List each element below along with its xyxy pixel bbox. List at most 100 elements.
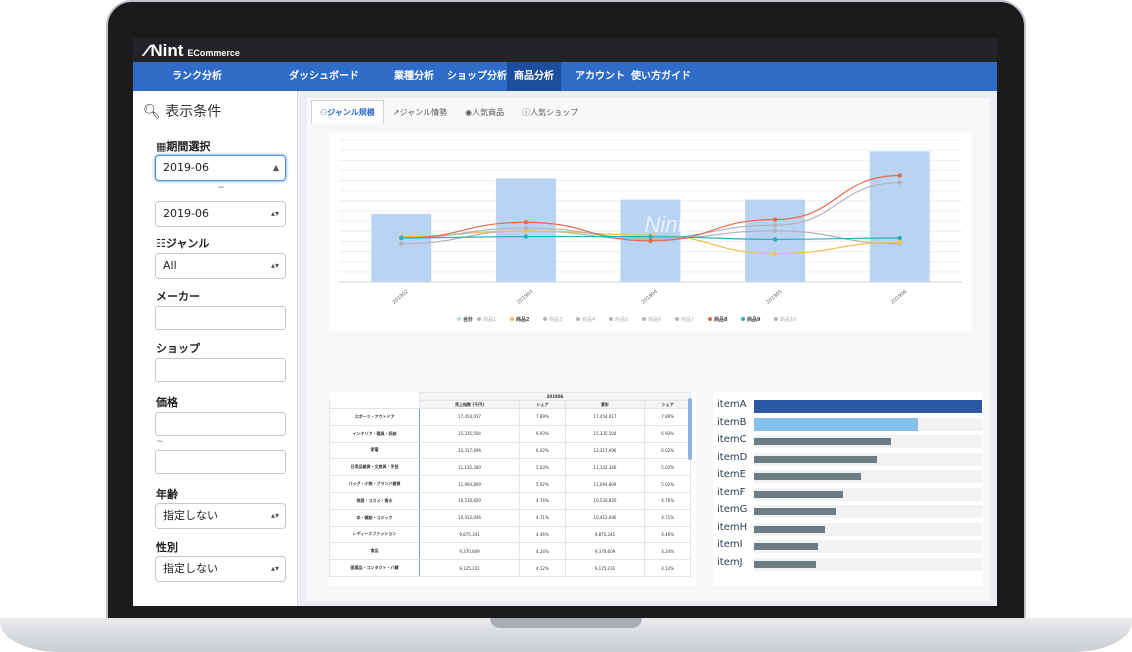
value-cell: 4.46% (644, 525, 691, 544)
value-cell: 11,132,340 (418, 458, 521, 477)
table-row[interactable]: 食品 9,370,609 4.24% 9,370,609 4.24% (329, 542, 691, 561)
table-row[interactable]: バッグ・小物・ブランド雑貨 11,094,809 5.02% 11,094,809 5.… (329, 475, 691, 493)
ranking-bar[interactable] (754, 543, 818, 550)
nav-industry-analysis[interactable]: 業種分析 (387, 62, 441, 91)
legend-marker (457, 317, 461, 321)
main-panel: ⚇ジャンル規模 ↗ジャンル情勢 ◉人気商品 ⓘ人気ショップ Nint 201902… (307, 98, 990, 601)
tab-popular-products[interactable]: ◉人気商品 (456, 100, 513, 124)
x-tick-label: 201903 (516, 289, 534, 306)
ranking-bar[interactable] (754, 525, 825, 533)
genre-name-cell: 日用品雑貨・文房具・手芸 (329, 458, 420, 477)
legend-label: 商品8 (714, 316, 728, 323)
genre-select[interactable]: All ▴▾ (155, 253, 286, 279)
shop-input[interactable] (155, 358, 286, 382)
legend-marker (510, 317, 514, 321)
ranking-bar[interactable] (754, 473, 862, 480)
table-row[interactable]: 日用品雑貨・文房具・手芸 11,132,340 5.03% 11,132,340 5.0… (329, 458, 691, 477)
genre-name-cell: 美容・コスメ・香水 (329, 491, 420, 510)
series-point (399, 241, 404, 246)
nav-dashboard[interactable]: ダッシュボード (282, 62, 366, 91)
value-cell: 4.12% (644, 559, 691, 577)
value-cell: 4.46% (519, 525, 566, 544)
ranking-bar[interactable] (754, 455, 878, 463)
tab-genre-scale[interactable]: ⚇ジャンル規模 (311, 100, 384, 124)
filter-sidebar: 🔍︎ 表示条件 ▦期間選択 2019-06 ▲ ~ 2019-06 ▴▾ ☷ジャ… (133, 91, 298, 606)
age-select[interactable]: 指定しない ▴▾ (155, 503, 286, 529)
ranking-bar-chart: itemA itemB itemC itemD itemE itemF itemG itemH… (713, 392, 983, 586)
legend-marker (675, 317, 679, 321)
ranking-bar[interactable] (754, 490, 843, 498)
genre-name-cell: インテリア・寝具・収納 (329, 424, 420, 443)
period-to-value: 2019-06 (163, 207, 209, 220)
ranking-bar[interactable] (754, 417, 919, 431)
table-period-header: 201906 (419, 392, 691, 401)
ranking-label: itemI (717, 539, 743, 550)
value-cell: 17,454,017 (564, 408, 646, 426)
series-point (772, 237, 778, 242)
genre-name-cell: 本・雑誌・コミック (329, 508, 420, 527)
column-header[interactable]: シェア (644, 400, 691, 409)
nav-rank-analysis[interactable]: ランク分析 (165, 62, 229, 91)
chart-bar (371, 213, 432, 282)
series-point (523, 220, 529, 225)
period-from-select[interactable]: 2019-06 ▲ (155, 155, 286, 181)
genre-label-text: ジャンル (165, 237, 210, 250)
table-corner (329, 392, 420, 401)
value-cell: 4.12% (519, 559, 566, 577)
ranking-bar[interactable] (754, 438, 891, 445)
tab-popular-shops[interactable]: ⓘ人気ショップ (513, 100, 587, 124)
search-icon: 🔍︎ (143, 104, 161, 120)
nav-account[interactable]: アカウント (568, 62, 632, 91)
period-from-value: 2019-06 (163, 161, 209, 174)
ranking-label: itemE (717, 469, 746, 480)
series-point (648, 234, 653, 239)
legend-label: 商品5 (615, 316, 628, 323)
genre-name-cell: 家電 (329, 441, 420, 460)
period-to-select[interactable]: 2019-06 ▴▾ (155, 201, 286, 227)
logo-mark: ∕∕ (145, 43, 149, 60)
filter-title: 🔍︎ 表示条件 (143, 101, 221, 121)
column-header[interactable]: シェア (519, 400, 566, 409)
value-cell: 15,335,504 (564, 424, 646, 443)
legend-label: 商品2 (516, 316, 530, 323)
column-header[interactable]: 累計 (564, 400, 646, 409)
table-scrollbar[interactable] (688, 398, 692, 460)
column-header[interactable] (329, 400, 420, 409)
gender-select[interactable]: 指定しない ▴▾ (155, 556, 286, 582)
nav-shop-analysis[interactable]: ショップ分析 (440, 62, 514, 91)
value-cell: 4.71% (519, 508, 566, 527)
table-row[interactable]: 家電 13,317,696 6.02% 13,317,696 6.02% (329, 441, 691, 460)
value-cell: 9,125,231 (418, 559, 521, 577)
table-row[interactable]: インテリア・寝具・収納 15,335,504 6.93% 15,335,504 6.93… (329, 424, 691, 443)
value-cell: 4.76% (519, 491, 566, 510)
age-value: 指定しない (163, 509, 218, 522)
price-min-input[interactable] (155, 412, 286, 436)
tab-genre-trend[interactable]: ↗ジャンル情勢 (384, 100, 456, 124)
value-cell: 5.02% (519, 475, 566, 493)
maker-input[interactable] (155, 306, 286, 330)
value-cell: 4.24% (519, 542, 566, 561)
value-cell: 13,317,696 (564, 441, 646, 460)
logo-subtitle: ECommerce (187, 48, 240, 58)
top-bar: ∕∕ Nint ECommerce (133, 38, 997, 62)
select-arrow-icon: ▴▾ (270, 261, 279, 270)
ranking-bar[interactable] (754, 508, 837, 515)
column-header[interactable]: 売上指数 (千円) (418, 400, 521, 409)
table-row[interactable]: 本・雑誌・コミック 10,412,046 4.71% 10,412,046 4.71% (329, 508, 691, 527)
nav-product-analysis[interactable]: 商品分析 (507, 62, 561, 91)
nint-logo[interactable]: ∕∕ Nint ECommerce (145, 41, 240, 61)
main-nav: ランク分析 ダッシュボード 業種分析 ショップ分析 商品分析 アカウント 使い方… (133, 62, 997, 91)
nav-guide[interactable]: 使い方ガイド (624, 62, 698, 91)
table-row[interactable]: スポーツ・アウトドア 17,454,017 7.89% 17,454,017 7.89% (329, 408, 691, 426)
legend-label: 商品9 (747, 316, 761, 323)
table-row[interactable]: 美容・コスメ・香水 10,530,820 4.76% 10,530,820 4.76% (329, 491, 691, 510)
table-row[interactable]: レディースファッション 9,875,341 4.46% 9,875,341 4.46% (329, 525, 691, 544)
genre-table: 201906 売上指数 (千円) シェア 累計 シェア スポーツ・アウトドア 17,454,… (329, 392, 696, 586)
genre-chart: Nint 201902 201903 201904 201905 201906 合計 商品1 商… (329, 132, 972, 332)
ranking-bar[interactable] (754, 400, 982, 413)
price-max-input[interactable] (155, 450, 286, 474)
table-row[interactable]: 医薬品・コンタクト・介護 9,125,231 4.12% 9,125,231 4.12% (329, 559, 691, 577)
ranking-label: itemD (717, 451, 748, 463)
ranking-bar[interactable] (754, 560, 816, 568)
value-cell: 10,412,046 (564, 508, 646, 527)
